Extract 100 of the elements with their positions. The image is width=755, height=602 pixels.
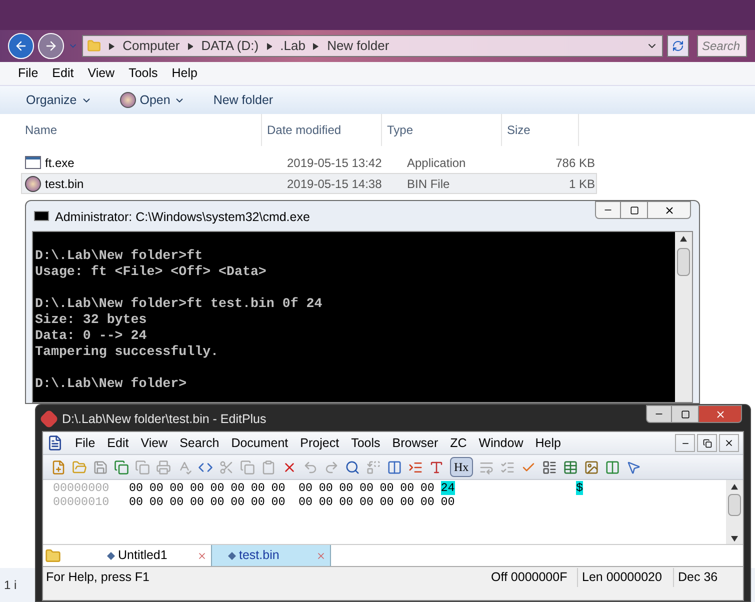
hex-byte: 00 — [298, 495, 314, 509]
menu-item[interactable]: Browser — [392, 434, 438, 452]
menu-item[interactable]: File — [18, 64, 38, 83]
menu-item[interactable]: View — [140, 434, 168, 452]
hex-byte: 00 — [380, 495, 395, 509]
document-tab[interactable]: Untitled1 — [91, 544, 211, 566]
forward-button[interactable] — [38, 33, 64, 59]
breadcrumb-item[interactable]: .Lab — [280, 36, 306, 56]
scroll-up-icon — [680, 236, 687, 242]
menu-item[interactable]: Tools — [351, 434, 380, 452]
hex-byte: 00 — [210, 495, 226, 509]
document-icon — [47, 435, 63, 451]
hex-byte: 00 — [149, 481, 164, 495]
open-folder-icon[interactable] — [72, 460, 87, 474]
file-date: 2019-05-15 14:38 — [286, 176, 383, 192]
hex-byte: 00 — [318, 495, 334, 509]
hex-byte: 00 — [230, 495, 246, 509]
hex-byte: 00 — [230, 481, 246, 495]
columns-icon[interactable] — [387, 460, 402, 474]
back-button[interactable] — [8, 33, 34, 59]
hex-byte: 00 — [129, 495, 144, 509]
hex-byte: 00 — [318, 481, 334, 495]
close-button[interactable] — [647, 201, 691, 219]
close-tab-icon — [197, 550, 207, 560]
column-header[interactable]: Date modified — [261, 114, 381, 146]
maximize-icon — [680, 410, 690, 418]
list-icon[interactable] — [500, 460, 515, 474]
toolbar-button[interactable]: New folder — [213, 90, 274, 110]
scroll-down-icon — [731, 536, 738, 542]
hex-byte: 00 — [380, 481, 395, 495]
hex-byte: 00 — [298, 481, 314, 495]
address-bar[interactable]: Computer DATA (D:) .Lab New folder — [82, 35, 663, 57]
menu-item[interactable]: Project — [300, 434, 340, 452]
search-icon[interactable] — [345, 460, 360, 474]
hex-address: 00000000 — [53, 481, 110, 495]
hex-byte: 00 — [210, 481, 226, 495]
close-button[interactable] — [719, 434, 739, 452]
copy-icon[interactable] — [114, 460, 129, 474]
status-text: 1 i — [4, 577, 17, 594]
menu-item[interactable]: Document — [231, 434, 288, 452]
ascii-char: $ — [576, 481, 583, 495]
hex-byte: 00 — [250, 495, 266, 509]
scissors-icon[interactable] — [219, 460, 234, 474]
menu-item[interactable]: Edit — [52, 64, 74, 83]
restore-button[interactable] — [697, 434, 717, 452]
list-view-icon[interactable] — [542, 460, 557, 474]
save-icon[interactable] — [93, 460, 108, 474]
toolbar-button[interactable]: Organize — [26, 90, 92, 110]
menu-item[interactable]: Search — [180, 434, 220, 452]
copy-icon[interactable] — [240, 460, 255, 474]
clipboard-icon[interactable] — [261, 460, 276, 474]
minimize-button[interactable] — [646, 405, 672, 423]
file-row[interactable]: ft.exe 2019-05-15 13:42 Application 786 KB — [21, 152, 597, 173]
search-field[interactable]: Search — [697, 35, 747, 57]
breadcrumb-item[interactable]: DATA (D:) — [201, 36, 259, 56]
scroll-thumb[interactable] — [677, 248, 690, 276]
menu-item[interactable]: View — [88, 64, 115, 83]
restore-icon — [702, 438, 712, 448]
image-icon[interactable] — [584, 460, 599, 474]
menu-item[interactable]: Help — [172, 64, 198, 83]
file-name: test.bin — [45, 176, 84, 192]
scrollbar[interactable] — [675, 232, 692, 402]
columns-icon[interactable] — [604, 460, 620, 474]
printer-icon[interactable] — [156, 460, 171, 474]
document-tab[interactable]: test.bin — [211, 544, 331, 566]
hex-view-toggle[interactable]: Hx — [450, 457, 473, 477]
redo-icon[interactable] — [324, 460, 339, 474]
column-header[interactable]: Type — [381, 114, 501, 146]
maximize-icon — [630, 206, 638, 214]
breadcrumb-arrow-icon — [266, 42, 272, 50]
menu-item[interactable]: File — [75, 434, 96, 452]
menu-item[interactable]: Window — [478, 434, 524, 452]
maximize-button[interactable] — [621, 201, 647, 219]
status-text: For Help, press F1 — [45, 569, 151, 586]
menu-item[interactable]: Tools — [128, 64, 158, 83]
wrap-icon[interactable] — [478, 460, 494, 474]
table-icon[interactable] — [562, 460, 578, 474]
undo-icon[interactable] — [303, 460, 318, 474]
refresh-button[interactable] — [667, 35, 689, 57]
menu-item[interactable]: ZC — [450, 434, 467, 452]
column-header[interactable]: Name — [0, 114, 261, 146]
indent-icon[interactable] — [408, 460, 423, 474]
breadcrumb-item[interactable]: Computer — [122, 36, 180, 56]
toolbar-button[interactable]: Open — [120, 90, 186, 110]
maximize-button[interactable] — [672, 405, 698, 423]
console-line: D:\.Lab\New folder>ft — [34, 248, 204, 264]
scrollbar[interactable] — [726, 480, 743, 544]
hex-byte: 00 — [271, 495, 286, 509]
column-header[interactable]: Size — [501, 114, 579, 146]
spellcheck-icon[interactable] — [177, 460, 192, 474]
font-button[interactable] — [429, 460, 444, 474]
menu-item[interactable]: Help — [535, 434, 561, 452]
copy-icon[interactable] — [135, 460, 150, 474]
scroll-thumb[interactable] — [728, 494, 741, 516]
breadcrumb-item[interactable]: New folder — [327, 36, 390, 56]
new-file-icon[interactable] — [51, 460, 66, 474]
file-row[interactable]: test.bin 2019-05-15 14:38 BIN File 1 KB — [21, 173, 597, 194]
breadcrumb-arrow-icon — [188, 42, 194, 50]
file-icon — [228, 552, 236, 560]
menu-item[interactable]: Edit — [107, 434, 129, 452]
